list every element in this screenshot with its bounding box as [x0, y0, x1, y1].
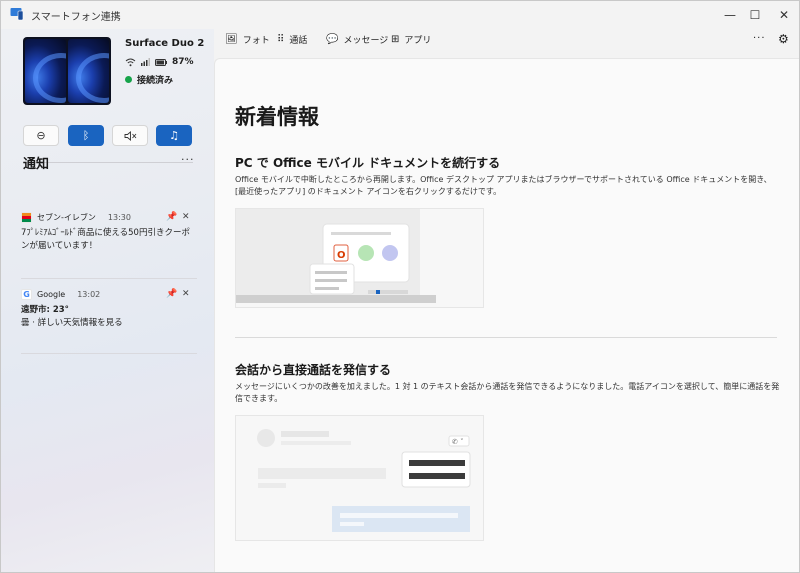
connection-label: 接続済み [137, 76, 174, 86]
music-button[interactable]: ♫ [156, 125, 192, 146]
notification-text-line: 7ﾌﾟﾚﾐｱﾑｺﾞｰﾙﾄﾞ商品に使える50円引きクーポ [21, 228, 190, 238]
bluetooth-button[interactable]: ᛒ [68, 125, 104, 146]
phone-link-app-icon [10, 8, 24, 21]
notification-separator [21, 278, 197, 279]
google-icon: G [21, 288, 32, 300]
section-title: PC で Office モバイル ドキュメントを続行する [235, 156, 501, 170]
tab-photos[interactable]: 🖼 フォト [225, 33, 270, 46]
tab-calls-label: 通話 [289, 36, 308, 46]
section-title: 会話から直接通話を発信する [235, 363, 392, 377]
tab-apps[interactable]: ⊞ アプリ [391, 33, 431, 46]
notification-app-name: Google [37, 289, 66, 299]
app-window: スマートフォン連携 — ☐ ✕ Surface Duo 2 87% 接続済み ⊖… [0, 0, 800, 573]
notification-item[interactable]: G Google 13:02 📌 ✕ 遠野市: 23° 曇 · 詳しい天気情報を… [21, 287, 197, 330]
notification-separator [21, 353, 197, 354]
do-not-disturb-button[interactable]: ⊖ [23, 125, 59, 146]
notification-text-line: 曇 · 詳しい天気情報を見る [21, 318, 123, 328]
tab-messages[interactable]: 💬 メッセージ [326, 33, 388, 46]
chat-bubble-icon: 💬 [326, 34, 339, 45]
device-name: Surface Duo 2 [125, 38, 205, 49]
photos-icon: 🖼 [225, 34, 238, 45]
office-illustration: O [235, 208, 484, 308]
notification-text-line: ンが届いています！ [21, 241, 98, 251]
battery-level: 87% [172, 57, 194, 67]
notification-item[interactable]: セブン-イレブン 13:30 📌 ✕ 7ﾌﾟﾚﾐｱﾑｺﾞｰﾙﾄﾞ商品に使える50… [21, 210, 197, 253]
device-image [23, 37, 111, 105]
tab-messages-label: メッセージ [343, 36, 389, 46]
section-description: Office モバイルで中断したところから再開します。Office デスクトップ… [235, 175, 772, 196]
apps-grid-icon: ⊞ [391, 34, 400, 45]
mute-icon [124, 130, 136, 141]
dismiss-notification-icon[interactable]: ✕ [182, 212, 190, 222]
signal-icon [141, 58, 150, 66]
battery-icon [155, 58, 167, 66]
dialpad-icon: ⠿ [277, 34, 285, 45]
dismiss-notification-icon[interactable]: ✕ [182, 289, 190, 299]
tab-photos-label: フォト [242, 36, 270, 46]
pin-icon[interactable]: 📌 [166, 289, 177, 299]
device-status-row: 87% [125, 57, 194, 67]
page-title: 新着情報 [235, 105, 319, 129]
tab-apps-label: アプリ [404, 36, 432, 46]
pin-icon[interactable]: 📌 [166, 212, 177, 222]
connected-dot-icon [125, 76, 132, 83]
connection-status: 接続済み [125, 73, 173, 86]
wifi-icon [125, 58, 136, 66]
window-title: スマートフォン連携 [31, 12, 121, 23]
notification-time: 13:02 [77, 289, 101, 299]
notification-text-line: 遠野市: 23° [21, 305, 69, 315]
mute-button[interactable] [112, 125, 148, 146]
notifications-title: 通知 [23, 157, 50, 172]
more-options-button[interactable]: ··· [753, 33, 766, 44]
title-bar: スマートフォン連携 — ☐ ✕ [1, 1, 799, 29]
notifications-more-button[interactable]: ··· [181, 153, 195, 166]
section-divider [235, 337, 777, 338]
close-button[interactable]: ✕ [769, 1, 799, 29]
svg-text:✆ ˅: ✆ ˅ [452, 438, 464, 446]
svg-text:O: O [337, 250, 346, 261]
calls-illustration: ✆ ˅ [235, 415, 484, 541]
tab-calls[interactable]: ⠿ 通話 [277, 33, 307, 46]
section-description: メッセージにいくつかの改善を加えました。1 対 1 のテキスト会話から通話を発信… [235, 382, 780, 403]
notification-app-name: セブン-イレブン [37, 212, 96, 222]
settings-gear-icon[interactable]: ⚙ [778, 32, 789, 46]
notification-time: 13:30 [107, 212, 131, 222]
seven-eleven-icon [21, 211, 32, 223]
